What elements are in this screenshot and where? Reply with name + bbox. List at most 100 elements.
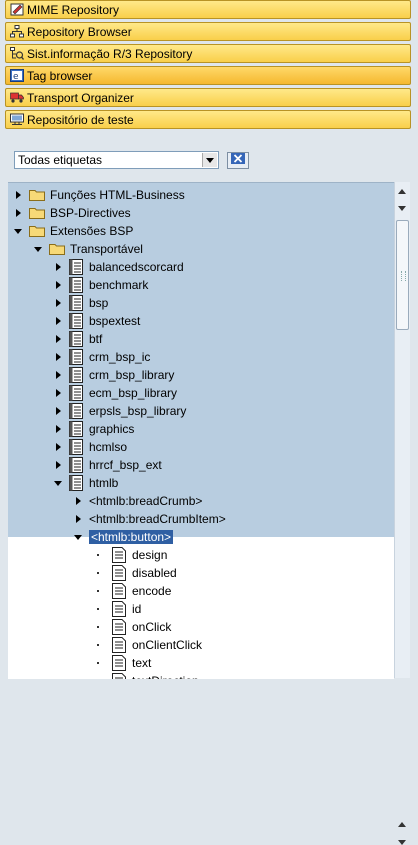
attribute-icon [112,655,132,671]
scroll-thumb[interactable] [396,220,409,330]
folder-icon [49,243,70,255]
tag-tree[interactable]: Funções HTML-Business BSP-Directives Exten… [8,182,394,679]
expanded-arrow-icon[interactable] [53,478,63,488]
tree-node-label: benchmark [89,278,149,292]
tree-node-attr[interactable]: onClick [8,618,394,636]
test-repository-button[interactable]: Repositório de teste [5,110,411,129]
transport-organizer-label: Transport Organizer [27,90,134,105]
tree-node-folder[interactable]: Extensões BSP [8,222,394,240]
expanded-arrow-icon[interactable] [33,244,43,254]
library-icon [69,421,89,437]
library-icon [69,385,89,401]
library-icon [69,367,89,383]
attribute-icon [112,601,132,617]
close-icon [231,153,245,167]
tree-node-label: textDirection [132,674,199,679]
tree-node-lib[interactable]: erpsls_bsp_library [8,402,394,420]
svg-text:e: e [13,72,19,82]
tree-node-lib[interactable]: bspextest [8,312,394,330]
tree-node-attr[interactable]: disabled [8,564,394,582]
tree-node-attr[interactable]: id [8,600,394,618]
tree-node-label: onClientClick [132,638,203,652]
tree-node-lib[interactable]: hrrcf_bsp_ext [8,456,394,474]
scroll-up-bottom-icon[interactable] [398,822,406,827]
tree-node-label: id [132,602,142,616]
collapsed-arrow-icon[interactable] [53,316,63,326]
tree-node-label: hrrcf_bsp_ext [89,458,162,472]
repository-browser-button[interactable]: Repository Browser [5,22,411,41]
mime-repository-button[interactable]: MIME Repository [5,0,411,19]
tree-leaf-dot [97,662,99,664]
tree-node-lib[interactable]: balancedscorcard [8,258,394,276]
tree-node-tag[interactable]: <htmlb:breadCrumbItem> [8,510,394,528]
mime-icon [10,3,24,16]
transport-organizer-button[interactable]: Transport Organizer [5,88,411,107]
scroll-down-icon[interactable] [398,206,406,211]
collapsed-arrow-icon[interactable] [53,352,63,362]
tree-node-label: onClick [132,620,172,634]
collapsed-arrow-icon[interactable] [53,424,63,434]
expanded-arrow-icon[interactable] [73,532,83,542]
tree-node-label: crm_bsp_library [89,368,175,382]
collapsed-arrow-icon[interactable] [53,262,63,272]
collapsed-arrow-icon[interactable] [13,208,23,218]
tree-node-lib[interactable]: benchmark [8,276,394,294]
tag-browser-icon: e [10,69,24,82]
tree-scrollbar[interactable] [394,182,410,845]
chevron-down-icon[interactable] [202,153,217,167]
scroll-up-icon[interactable] [398,189,406,194]
tree-node-lib[interactable]: btf [8,330,394,348]
tree-node-label: balancedscorcard [89,260,184,274]
tree-node-label: <htmlb:breadCrumbItem> [89,512,226,526]
collapsed-arrow-icon[interactable] [53,298,63,308]
tree-node-attr[interactable]: encode [8,582,394,600]
expanded-arrow-icon[interactable] [13,226,23,236]
tree-node-label: graphics [89,422,135,436]
clear-filter-button[interactable] [227,151,249,169]
tree-node-lib[interactable]: hcmlso [8,438,394,456]
library-icon [69,475,89,491]
collapsed-arrow-icon[interactable] [53,280,63,290]
collapsed-arrow-icon[interactable] [53,406,63,416]
tree-node-tag[interactable]: <htmlb:button> [8,528,394,546]
navigation-panel: MIME Repository Repository Browser Sist.… [5,0,411,132]
attribute-icon [112,583,132,599]
tree-node-lib[interactable]: bsp [8,294,394,312]
tree-node-attr[interactable]: design [8,546,394,564]
collapsed-arrow-icon[interactable] [53,442,63,452]
tree-node-folder[interactable]: BSP-Directives [8,204,394,222]
library-icon [69,439,89,455]
tree-node-attr[interactable]: onClientClick [8,636,394,654]
tree-node-attr[interactable]: text [8,654,394,672]
library-icon [69,259,89,275]
tag-browser-button[interactable]: e Tag browser [5,66,411,85]
library-icon [69,457,89,473]
tree-node-folder[interactable]: Transportável [8,240,394,258]
tree-node-folder[interactable]: Funções HTML-Business [8,186,394,204]
collapsed-arrow-icon[interactable] [53,334,63,344]
tree-node-label: erpsls_bsp_library [89,404,187,418]
collapsed-arrow-icon[interactable] [53,370,63,380]
collapsed-arrow-icon[interactable] [73,496,83,506]
tag-filter-dropdown[interactable]: Todas etiquetas [14,151,219,169]
tree-node-label: htmlb [89,476,119,490]
tag-filter-bar: Todas etiquetas [14,151,249,169]
tree-node-lib[interactable]: htmlb [8,474,394,492]
grip-icon [401,271,406,281]
scroll-down-bottom-icon[interactable] [398,840,406,845]
tree-node-lib[interactable]: graphics [8,420,394,438]
collapsed-arrow-icon[interactable] [53,460,63,470]
collapsed-arrow-icon[interactable] [13,190,23,200]
tree-node-label: Extensões BSP [50,224,134,238]
tree-node-lib[interactable]: ecm_bsp_library [8,384,394,402]
tree-node-lib[interactable]: crm_bsp_ic [8,348,394,366]
tree-node-lib[interactable]: crm_bsp_library [8,366,394,384]
folder-icon [29,207,50,219]
tag-browser-label: Tag browser [27,68,93,83]
info-system-repository-button[interactable]: Sist.informação R/3 Repository [5,44,411,63]
tree-node-tag[interactable]: <htmlb:breadCrumb> [8,492,394,510]
collapsed-arrow-icon[interactable] [73,514,83,524]
library-icon [69,403,89,419]
collapsed-arrow-icon[interactable] [53,388,63,398]
attribute-icon [112,619,132,635]
